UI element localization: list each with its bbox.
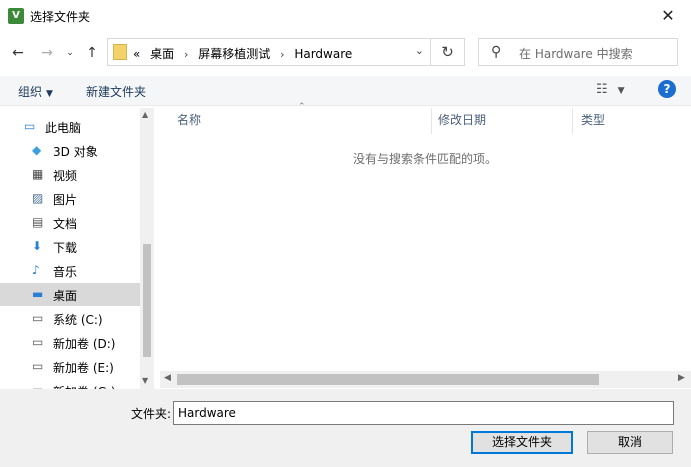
folder-label: 文件夹: (131, 407, 172, 421)
music-icon: ♪ (32, 263, 40, 277)
column-divider[interactable] (572, 108, 573, 134)
file-list-horizontal-scrollbar[interactable]: ◀ ▶ (160, 371, 691, 388)
sidebar-item-label: 新加卷 (D:) (53, 337, 116, 351)
column-header-type[interactable]: 类型 (581, 108, 681, 132)
desktop-icon: ▬ (32, 287, 44, 301)
folder-field[interactable] (173, 401, 674, 425)
breadcrumb-separator[interactable]: › (184, 48, 188, 61)
sidebar-item[interactable]: ▭ 系统 (C:) (0, 307, 140, 330)
search-box[interactable]: ⚲ 在 Hardware 中搜索 (478, 38, 678, 66)
breadcrumb-item-hardware[interactable]: Hardware (294, 47, 352, 61)
navigation-pane-scrollbar[interactable]: ▲ ▼ (140, 108, 154, 389)
up-button[interactable]: ↑ (82, 43, 102, 63)
sidebar-item-label: 桌面 (53, 289, 78, 303)
scroll-left-icon[interactable]: ◀ (164, 373, 171, 383)
chevron-down-icon: ⌄ (414, 44, 424, 57)
command-bar: 组织 ▼ 新建文件夹 ☷ ▼ ? (0, 76, 691, 106)
close-button[interactable]: ✕ (645, 0, 691, 32)
document-icon: ▤ (32, 215, 44, 229)
close-icon: ✕ (661, 6, 675, 25)
caret-down-icon: ▼ (46, 89, 53, 99)
computer-icon: ▭ (24, 119, 36, 133)
breadcrumb-item-desktop[interactable]: 桌面 (150, 47, 174, 61)
sidebar-item-label: 系统 (C:) (53, 313, 103, 327)
file-list[interactable]: ⌃ 名称 修改日期 类型 没有与搜索条件匹配的项。 (160, 102, 691, 389)
navigation-pane[interactable]: ▭ 此电脑 ◆ 3D 对象 ▦ 视频 ▨ 图片 ▤ 文档 ⬇ 下载 ♪ 音乐 ▬ 桌面 ▭ 系统 (C:) ▭ 新加卷… (0, 108, 154, 389)
drive-icon: ▭ (32, 335, 44, 349)
picture-icon: ▨ (32, 191, 44, 205)
sidebar-item-label: 图片 (53, 193, 78, 207)
refresh-icon: ↻ (441, 43, 454, 61)
arrow-up-icon: ↑ (86, 45, 98, 61)
organize-button[interactable]: 组织 ▼ (18, 83, 53, 100)
view-options-icon: ☷ (596, 82, 608, 97)
drive-icon: ▭ (32, 311, 44, 325)
cancel-button[interactable]: 取消 (587, 431, 673, 454)
video-icon: ▦ (32, 167, 44, 181)
help-button[interactable]: ? (658, 80, 676, 98)
address-bar[interactable]: « 桌面 › 屏幕移植测试 › Hardware ⌄ (107, 38, 431, 66)
sidebar-item-label: 此电脑 (45, 121, 82, 135)
breadcrumb-overflow[interactable]: « (133, 47, 140, 61)
select-folder-button[interactable]: 选择文件夹 (471, 431, 573, 454)
sidebar-item-label: 下载 (53, 241, 78, 255)
address-dropdown-button[interactable]: ⌄ (415, 44, 424, 57)
recent-locations-button[interactable]: ⌄ (60, 43, 80, 63)
search-input[interactable]: 在 Hardware 中搜索 (519, 45, 633, 62)
folder-icon (113, 44, 127, 60)
forward-button[interactable]: → (37, 43, 57, 63)
drive-icon: ▭ (32, 359, 44, 373)
sidebar-item[interactable]: ▨ 图片 (0, 187, 140, 210)
breadcrumb: « 桌面 › 屏幕移植测试 › Hardware (133, 45, 358, 62)
sidebar-item-label: 音乐 (53, 265, 78, 279)
organize-label: 组织 (18, 85, 43, 99)
scrollbar-thumb[interactable] (177, 374, 599, 385)
title-bar: V 选择文件夹 ✕ (0, 0, 691, 34)
window-title: 选择文件夹 (30, 10, 91, 24)
sidebar-item[interactable]: ▭ 新加卷 (D:) (0, 331, 140, 354)
sidebar-item[interactable]: ▭ 新加卷 (E:) (0, 355, 140, 378)
sidebar-item-label: 文档 (53, 217, 78, 231)
refresh-button[interactable]: ↻ (431, 38, 465, 66)
caret-down-icon: ▼ (617, 86, 625, 96)
sidebar-item[interactable]: ▭新加卷 (G:) (0, 379, 140, 389)
sidebar-item[interactable]: ▭ 此电脑 (0, 115, 140, 138)
chevron-down-icon: ⌄ (66, 48, 74, 58)
arrow-left-icon: ← (12, 45, 24, 61)
change-view-button[interactable]: ☷ ▼ (596, 82, 625, 97)
column-header-name[interactable]: 名称 (177, 108, 427, 132)
cube-icon: ◆ (32, 143, 42, 157)
scroll-up-icon[interactable]: ▲ (142, 110, 148, 119)
breadcrumb-item-test[interactable]: 屏幕移植测试 (198, 47, 270, 61)
sidebar-item-label: 3D 对象 (53, 145, 98, 159)
column-divider[interactable] (431, 108, 432, 134)
new-folder-label: 新建文件夹 (86, 85, 147, 99)
sidebar-item[interactable]: ⬇ 下载 (0, 235, 140, 258)
scrollbar-thumb[interactable] (143, 244, 151, 357)
scroll-right-icon[interactable]: ▶ (678, 373, 685, 383)
scroll-down-icon[interactable]: ▼ (142, 376, 148, 385)
sidebar-item[interactable]: ♪ 音乐 (0, 259, 140, 282)
download-icon: ⬇ (32, 239, 43, 253)
back-button[interactable]: ← (8, 43, 28, 63)
sidebar-item[interactable]: ▤ 文档 (0, 211, 140, 234)
sidebar-item-label: 新加卷 (E:) (53, 361, 114, 375)
column-header-date[interactable]: 修改日期 (438, 108, 568, 132)
new-folder-button[interactable]: 新建文件夹 (86, 83, 146, 100)
dialog-footer: 文件夹: 选择文件夹 取消 (0, 389, 691, 467)
breadcrumb-separator[interactable]: › (280, 48, 284, 61)
search-icon: ⚲ (491, 44, 502, 60)
app-icon: V (8, 8, 24, 24)
help-icon: ? (663, 82, 671, 96)
sidebar-item-label: 视频 (53, 169, 78, 183)
sidebar-item[interactable]: ▬ 桌面 (0, 283, 140, 306)
sidebar-item[interactable]: ▦ 视频 (0, 163, 140, 186)
arrow-right-icon: → (41, 45, 53, 61)
empty-message: 没有与搜索条件匹配的项。 (353, 152, 498, 166)
sidebar-item[interactable]: ◆ 3D 对象 (0, 139, 140, 162)
